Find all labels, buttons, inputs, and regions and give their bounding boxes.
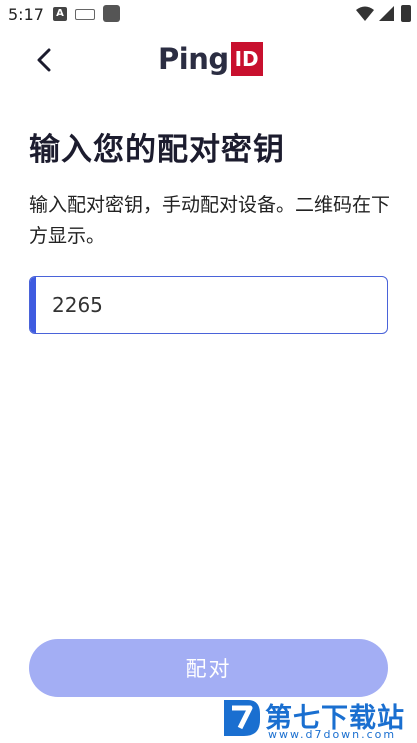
screen: 5:17 A Ping ID 输入您的配对密钥 输入配对密钥，手动配对设备。二维… <box>0 0 417 743</box>
wifi-icon <box>356 6 374 21</box>
input-focus-accent <box>30 277 36 333</box>
battery-icon <box>401 5 411 22</box>
status-time: 5:17 <box>8 5 44 24</box>
logo-ping-text: Ping <box>158 42 229 76</box>
pairing-key-field[interactable] <box>29 276 388 334</box>
app-notification-icon <box>103 5 120 22</box>
d7-logo-icon <box>224 700 260 736</box>
status-bar: 5:17 A <box>0 0 417 30</box>
pingid-logo: Ping ID <box>158 40 263 76</box>
page-title: 输入您的配对密钥 <box>29 132 285 168</box>
watermark-url: www.d7down.com <box>268 728 397 741</box>
signal-icon <box>379 6 394 21</box>
back-button[interactable] <box>28 44 60 76</box>
chevron-left-icon <box>37 48 51 72</box>
pairing-key-input[interactable] <box>52 277 372 333</box>
logo-id-badge: ID <box>230 42 263 76</box>
pair-button[interactable]: 配对 <box>29 639 388 697</box>
a-notification-icon: A <box>53 7 67 21</box>
watermark: 第七下载站 www.d7down.com <box>222 696 417 743</box>
keyboard-icon <box>75 9 95 20</box>
instructions-text: 输入配对密钥，手动配对设备。二维码在下方显示。 <box>29 194 391 247</box>
